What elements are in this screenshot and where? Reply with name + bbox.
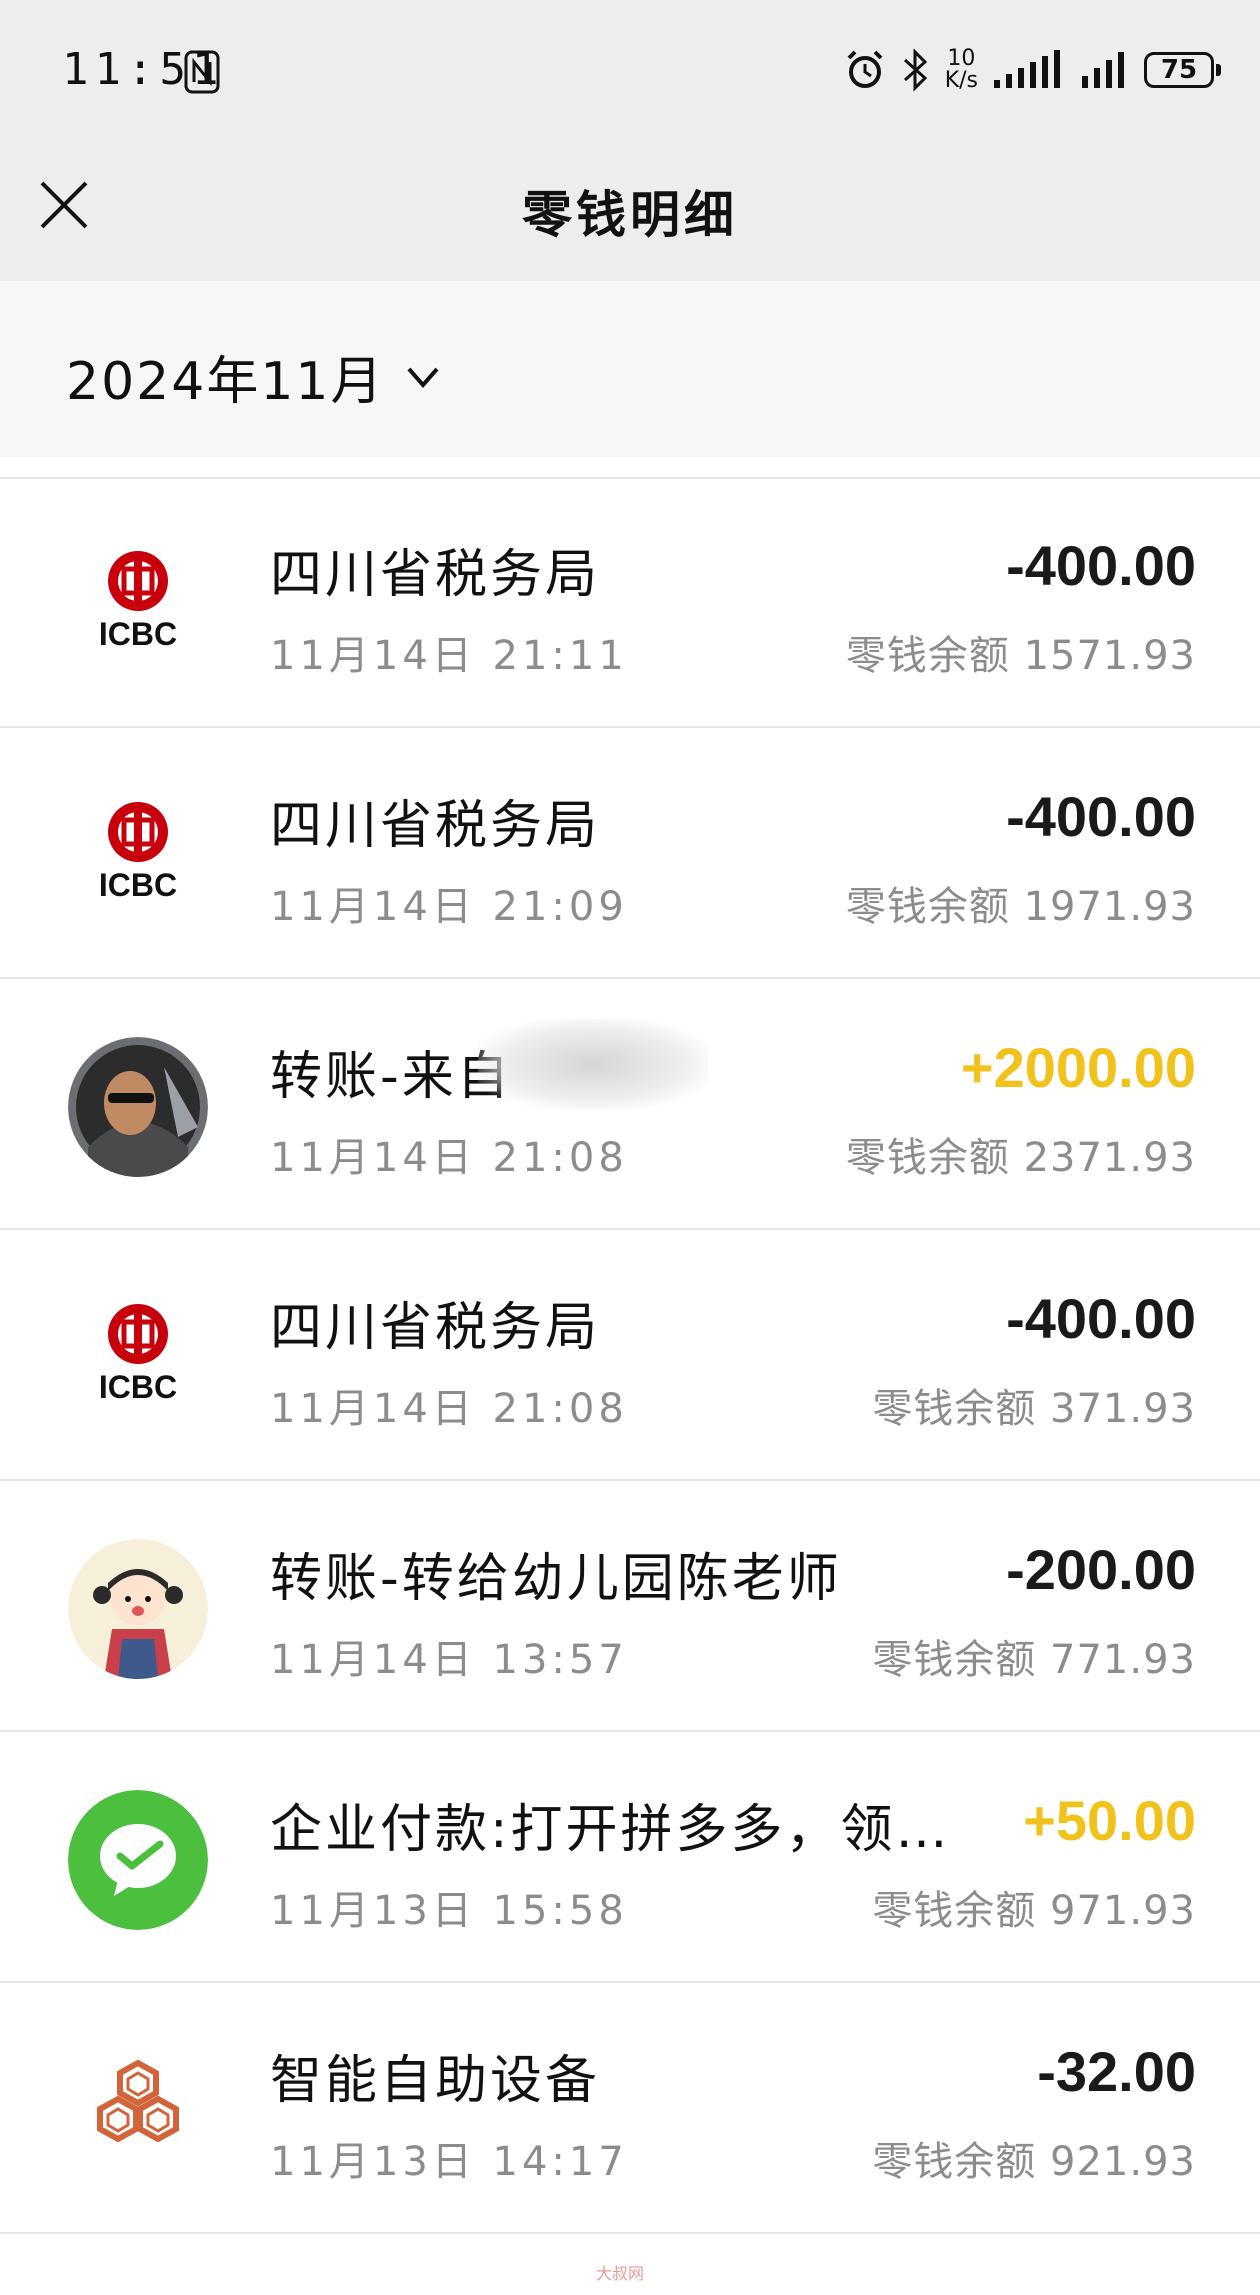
page-title: 零钱明细 bbox=[522, 186, 738, 244]
transaction-balance: 零钱余额 1571.93 bbox=[845, 633, 1196, 679]
transaction-time: 11月14日 21:08 bbox=[270, 1386, 628, 1432]
transaction-time: 11月14日 21:08 bbox=[270, 1135, 628, 1181]
month-label: 2024年11月 bbox=[66, 352, 385, 412]
transaction-name: 转账-转给幼儿园陈老师 bbox=[270, 1549, 842, 1609]
filter-bar: 2024年11月 bbox=[0, 281, 1260, 457]
transaction-time: 11月13日 14:17 bbox=[270, 2139, 628, 2185]
status-icons: 10 K/s 75 bbox=[843, 40, 1221, 100]
transaction-amount: -400.00 bbox=[1006, 1287, 1196, 1350]
nfc-icon bbox=[184, 50, 220, 94]
chevron-down-icon bbox=[407, 367, 439, 388]
transaction-name: 智能自助设备 bbox=[270, 2051, 601, 2111]
transaction-balance: 零钱余额 371.93 bbox=[872, 1386, 1196, 1432]
transaction-time: 11月14日 13:57 bbox=[270, 1637, 628, 1683]
network-speed: 10 K/s bbox=[944, 46, 978, 93]
transaction-balance: 零钱余额 971.93 bbox=[872, 1888, 1196, 1934]
transaction-row[interactable]: ICBC 四川省税务局 11月14日 21:08 -400.00 零钱余额 37… bbox=[0, 1230, 1260, 1481]
wechat-pay-icon bbox=[68, 1790, 208, 1930]
transaction-name: 企业付款:打开拼多多，领… bbox=[270, 1800, 951, 1860]
transaction-amount: -200.00 bbox=[1006, 1538, 1196, 1601]
alarm-icon bbox=[847, 50, 883, 88]
svg-text:ICBC: ICBC bbox=[99, 1369, 177, 1405]
hexagon-logo-icon bbox=[68, 2041, 208, 2181]
user-avatar bbox=[68, 1037, 208, 1177]
svg-text:ICBC: ICBC bbox=[99, 867, 177, 903]
transaction-balance: 零钱余额 1971.93 bbox=[845, 884, 1196, 930]
transaction-name: 转账-来自 bbox=[270, 1047, 512, 1107]
user-avatar bbox=[68, 1539, 208, 1679]
icbc-logo-icon: ICBC bbox=[68, 1288, 208, 1428]
battery-icon: 75 bbox=[1144, 52, 1221, 88]
signal-icon-2 bbox=[1082, 52, 1124, 88]
redacted-blur bbox=[478, 1019, 708, 1109]
transaction-row[interactable]: 转账-来自 11月14日 21:08 +2000.00 零钱余额 2371.93 bbox=[0, 979, 1260, 1230]
transaction-time: 11月13日 15:58 bbox=[270, 1888, 628, 1934]
transaction-name: 四川省税务局 bbox=[270, 796, 601, 856]
transaction-balance: 零钱余额 921.93 bbox=[872, 2139, 1196, 2185]
bluetooth-icon bbox=[903, 48, 927, 92]
transaction-row[interactable]: 智能自助设备 11月13日 14:17 -32.00 零钱余额 921.93 bbox=[0, 1983, 1260, 2234]
status-bar: 11:51 10 K/s 75 bbox=[0, 0, 1260, 145]
icbc-logo-icon: ICBC bbox=[68, 786, 208, 926]
transaction-balance: 零钱余额 2371.93 bbox=[845, 1135, 1196, 1181]
watermark: 大叔网 bbox=[596, 2264, 645, 2283]
transaction-time: 11月14日 21:11 bbox=[270, 633, 628, 679]
transaction-amount: -32.00 bbox=[1037, 2040, 1196, 2103]
svg-text:ICBC: ICBC bbox=[99, 616, 177, 652]
month-picker[interactable]: 2024年11月 bbox=[66, 339, 443, 414]
transaction-name: 四川省税务局 bbox=[270, 545, 601, 605]
transaction-row[interactable]: ICBC 四川省税务局 11月14日 21:09 -400.00 零钱余额 19… bbox=[0, 728, 1260, 979]
transaction-amount: +50.00 bbox=[1023, 1789, 1196, 1852]
transaction-row[interactable]: ICBC 四川省税务局 11月14日 21:11 -400.00 零钱余额 15… bbox=[0, 477, 1260, 728]
transaction-balance: 零钱余额 771.93 bbox=[872, 1637, 1196, 1683]
transaction-list: ICBC 四川省税务局 11月14日 21:11 -400.00 零钱余额 15… bbox=[0, 477, 1260, 2234]
transaction-amount: -400.00 bbox=[1006, 534, 1196, 597]
transaction-name: 四川省税务局 bbox=[270, 1298, 601, 1358]
nav-bar: 零钱明细 bbox=[0, 145, 1260, 281]
transaction-amount: +2000.00 bbox=[960, 1036, 1196, 1099]
transaction-row[interactable]: 转账-转给幼儿园陈老师 11月14日 13:57 -200.00 零钱余额 77… bbox=[0, 1481, 1260, 1732]
signal-icon-1 bbox=[994, 50, 1060, 88]
transaction-time: 11月14日 21:09 bbox=[270, 884, 628, 930]
icbc-logo-icon: ICBC bbox=[68, 535, 208, 675]
transaction-amount: -400.00 bbox=[1006, 785, 1196, 848]
transaction-row[interactable]: 企业付款:打开拼多多，领… 11月13日 15:58 +50.00 零钱余额 9… bbox=[0, 1732, 1260, 1983]
